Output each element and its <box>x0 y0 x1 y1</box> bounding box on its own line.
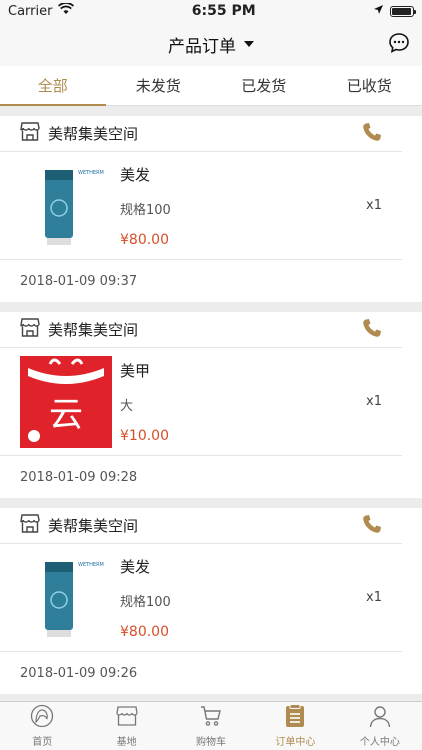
item-price: ¥80.00 <box>120 231 169 248</box>
shop-name[interactable]: 美帮集美空间 <box>48 123 362 144</box>
shop-row: 美帮集美空间 <box>0 312 402 348</box>
tab-cart[interactable]: 购物车 <box>169 702 253 750</box>
tab-label: 首页 <box>32 737 53 748</box>
order-item[interactable]: WETHERM 美发 规格100 ¥80.00 x1 <box>0 544 402 652</box>
phone-icon[interactable] <box>362 318 382 342</box>
shop-icon <box>20 514 40 537</box>
phone-icon[interactable] <box>362 122 382 146</box>
item-name: 美甲 <box>120 361 151 380</box>
shop-name[interactable]: 美帮集美空间 <box>48 515 362 536</box>
order-item[interactable]: WETHERM 美发 规格100 ¥80.00 x1 <box>0 152 402 260</box>
order-item[interactable]: 云 美甲 大 ¥10.00 x1 <box>0 348 402 456</box>
tab-orders[interactable]: 订单中心 <box>253 702 337 750</box>
item-quantity: x1 <box>366 590 382 605</box>
item-info: 美发 规格100 ¥80.00 <box>112 164 366 248</box>
yun-bag-image: 云 <box>20 355 112 448</box>
tab-shipped[interactable]: 已发货 <box>211 66 317 105</box>
status-left: Carrier <box>8 2 75 19</box>
location-arrow-icon <box>373 4 384 19</box>
item-price: ¥80.00 <box>120 623 169 640</box>
wifi-icon <box>58 2 75 19</box>
tab-label: 订单中心 <box>275 737 316 748</box>
tab-base[interactable]: 基地 <box>84 702 168 750</box>
item-quantity: x1 <box>366 198 382 213</box>
order-time: 2018-01-09 09:28 <box>20 469 138 485</box>
shop-icon <box>20 318 40 341</box>
shop-row: 美帮集美空间 <box>0 116 402 152</box>
lotion-tube-image: WETHERM <box>20 159 112 252</box>
person-icon <box>368 704 392 731</box>
tube-brand-text: WETHERM <box>78 170 104 176</box>
order-time: 2018-01-09 09:37 <box>20 273 138 289</box>
home-avatar-icon <box>30 704 54 731</box>
order-list[interactable]: 美帮集美空间 WETHERM 美发 规格100 ¥80.00 x1 2018-0… <box>0 106 422 701</box>
caret-down-icon <box>244 41 254 47</box>
order-type-dropdown[interactable]: 产品订单 <box>168 32 254 57</box>
tab-all[interactable]: 全部 <box>0 66 106 106</box>
item-info: 美发 规格100 ¥80.00 <box>112 556 366 640</box>
phone-icon[interactable] <box>362 514 382 538</box>
tab-home[interactable]: 首页 <box>0 702 84 750</box>
message-bubble-icon[interactable] <box>388 32 410 58</box>
tab-unshipped[interactable]: 未发货 <box>106 66 212 105</box>
item-price: ¥10.00 <box>120 427 169 444</box>
item-spec: 规格100 <box>120 594 171 610</box>
order-list-icon <box>284 704 306 731</box>
order-time: 2018-01-09 09:26 <box>20 665 138 681</box>
page-title: 产品订单 <box>168 36 236 57</box>
order-status-tabs: 全部 未发货 已发货 已收货 <box>0 66 422 106</box>
tab-profile[interactable]: 个人中心 <box>338 702 422 750</box>
bottom-tab-bar: 首页 基地 购物车 订单中心 个人中心 <box>0 701 422 750</box>
order-card[interactable]: 美帮集美空间 WETHERM 美发 规格100 ¥80.00 x1 2018-0… <box>0 116 422 302</box>
status-right <box>373 4 416 19</box>
store-icon <box>115 704 139 731</box>
battery-icon <box>389 5 416 17</box>
tab-label: 购物车 <box>196 737 227 748</box>
shop-name[interactable]: 美帮集美空间 <box>48 319 362 340</box>
status-time: 6:55 PM <box>191 3 256 19</box>
nav-bar: 产品订单 <box>0 22 422 66</box>
item-name: 美发 <box>120 165 151 184</box>
item-spec: 大 <box>120 398 134 414</box>
carrier-label: Carrier <box>8 3 53 19</box>
item-info: 美甲 大 ¥10.00 <box>112 360 366 444</box>
lotion-tube-image: WETHERM <box>20 551 112 644</box>
tab-label: 基地 <box>116 737 137 748</box>
order-card[interactable]: 美帮集美空间 WETHERM 美发 规格100 ¥80.00 x1 2018-0… <box>0 508 422 694</box>
status-bar: Carrier 6:55 PM <box>0 0 422 22</box>
item-name: 美发 <box>120 557 151 576</box>
item-quantity: x1 <box>366 394 382 409</box>
tube-brand-text: WETHERM <box>78 562 104 568</box>
tab-label: 个人中心 <box>359 737 400 748</box>
order-card[interactable]: 美帮集美空间 云 美甲 大 ¥10.00 x1 2018-01-09 09:28 <box>0 312 422 498</box>
bag-character: 云 <box>49 395 83 435</box>
shop-row: 美帮集美空间 <box>0 508 402 544</box>
item-spec: 规格100 <box>120 202 171 218</box>
cart-icon <box>199 704 223 731</box>
tab-received[interactable]: 已收货 <box>317 66 422 105</box>
shop-icon <box>20 122 40 145</box>
battery-level <box>391 7 411 15</box>
